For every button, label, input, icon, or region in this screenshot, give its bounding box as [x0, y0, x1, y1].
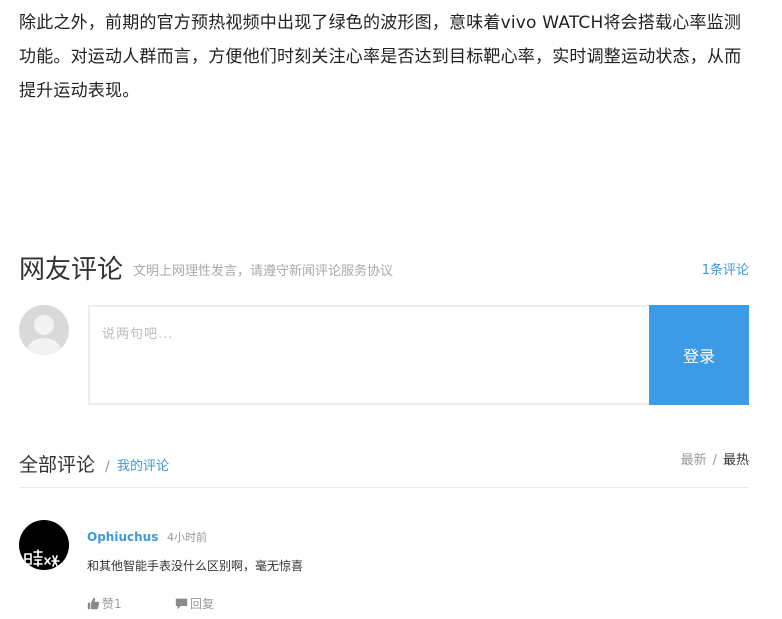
- all-comments-title: 全部评论: [19, 454, 96, 476]
- comment-input[interactable]: [88, 305, 650, 405]
- article-body: 除此之外，前期的官方预热视频中出现了绿色的波形图，意味着vivo WATCH将会…: [19, 6, 749, 108]
- like-count: 赞1: [102, 597, 122, 611]
- user-avatar[interactable]: [19, 520, 69, 570]
- comments-title: 网友评论: [19, 255, 124, 285]
- sort-options: 最新 / 最热: [681, 452, 749, 470]
- sort-separator: /: [712, 453, 717, 468]
- comment-username[interactable]: Ophiuchus: [87, 529, 158, 545]
- reply-button[interactable]: 回复: [175, 596, 214, 612]
- thumbs-up-icon: [87, 597, 100, 610]
- reply-label: 回复: [190, 597, 215, 611]
- speech-bubble-icon: [175, 598, 188, 610]
- comment-count-link[interactable]: 1条评论: [702, 262, 749, 280]
- like-button[interactable]: 赞1: [87, 596, 122, 612]
- default-avatar-icon: [19, 305, 69, 355]
- comments-policy-note: 文明上网理性发言，请遵守新闻评论服务协议: [133, 264, 394, 279]
- comments-header: 网友评论 文明上网理性发言，请遵守新闻评论服务协议 1条评论: [19, 252, 749, 288]
- title-separator: /: [105, 459, 110, 475]
- my-comments-link[interactable]: 我的评论: [117, 458, 169, 476]
- comment-item: Ophiuchus 4小时前 和其他智能手表没什么区别啊，毫无惊喜 赞1 回复: [19, 520, 749, 619]
- comment-text: 和其他智能手表没什么区别啊，毫无惊喜: [87, 559, 304, 573]
- sort-hottest-link[interactable]: 最热: [723, 453, 749, 468]
- all-comments-header: 全部评论 / 我的评论 最新 / 最热: [19, 450, 749, 488]
- comment-timestamp: 4小时前: [167, 531, 207, 544]
- login-button[interactable]: 登录: [649, 305, 749, 405]
- sort-newest-link[interactable]: 最新: [681, 453, 707, 468]
- article-paragraph: 除此之外，前期的官方预热视频中出现了绿色的波形图，意味着vivo WATCH将会…: [19, 13, 742, 101]
